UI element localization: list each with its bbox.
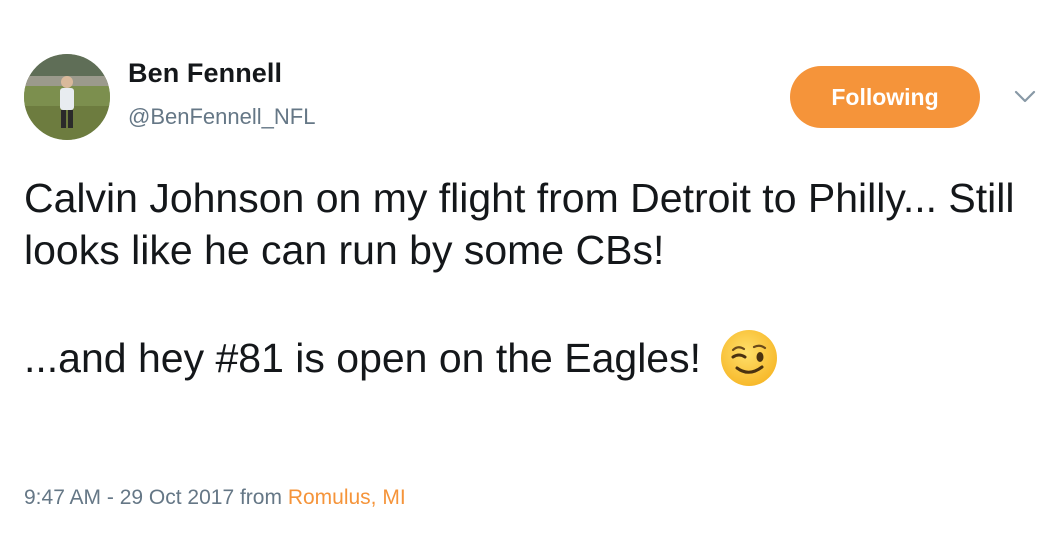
- chevron-down-icon[interactable]: [1012, 86, 1038, 108]
- author-handle[interactable]: @BenFennell_NFL: [128, 104, 315, 130]
- location-link[interactable]: Romulus, MI: [288, 486, 406, 509]
- tweet-paragraph-1: Calvin Johnson on my flight from Detroit…: [24, 175, 1015, 273]
- following-button[interactable]: Following: [790, 66, 980, 128]
- tweet-paragraph-2: ...and hey #81 is open on the Eagles!: [24, 335, 702, 381]
- tweet-metadata: 9:47 AM - 29 Oct 2017 from Romulus, MI: [24, 486, 406, 510]
- tweet-text: Calvin Johnson on my flight from Detroit…: [24, 172, 1034, 388]
- avatar[interactable]: [24, 54, 110, 140]
- author-display-name[interactable]: Ben Fennell: [128, 58, 282, 89]
- tweet-paragraph-2-row: ...and hey #81 is open on the Eagles!: [24, 328, 1034, 388]
- tweet-card: Ben Fennell @BenFennell_NFL Following Ca…: [0, 0, 1062, 538]
- avatar-image: [24, 54, 110, 140]
- tweet-timestamp[interactable]: 9:47 AM - 29 Oct 2017: [24, 486, 234, 509]
- from-label: from: [239, 486, 282, 509]
- winking-face-emoji-icon: [719, 328, 779, 388]
